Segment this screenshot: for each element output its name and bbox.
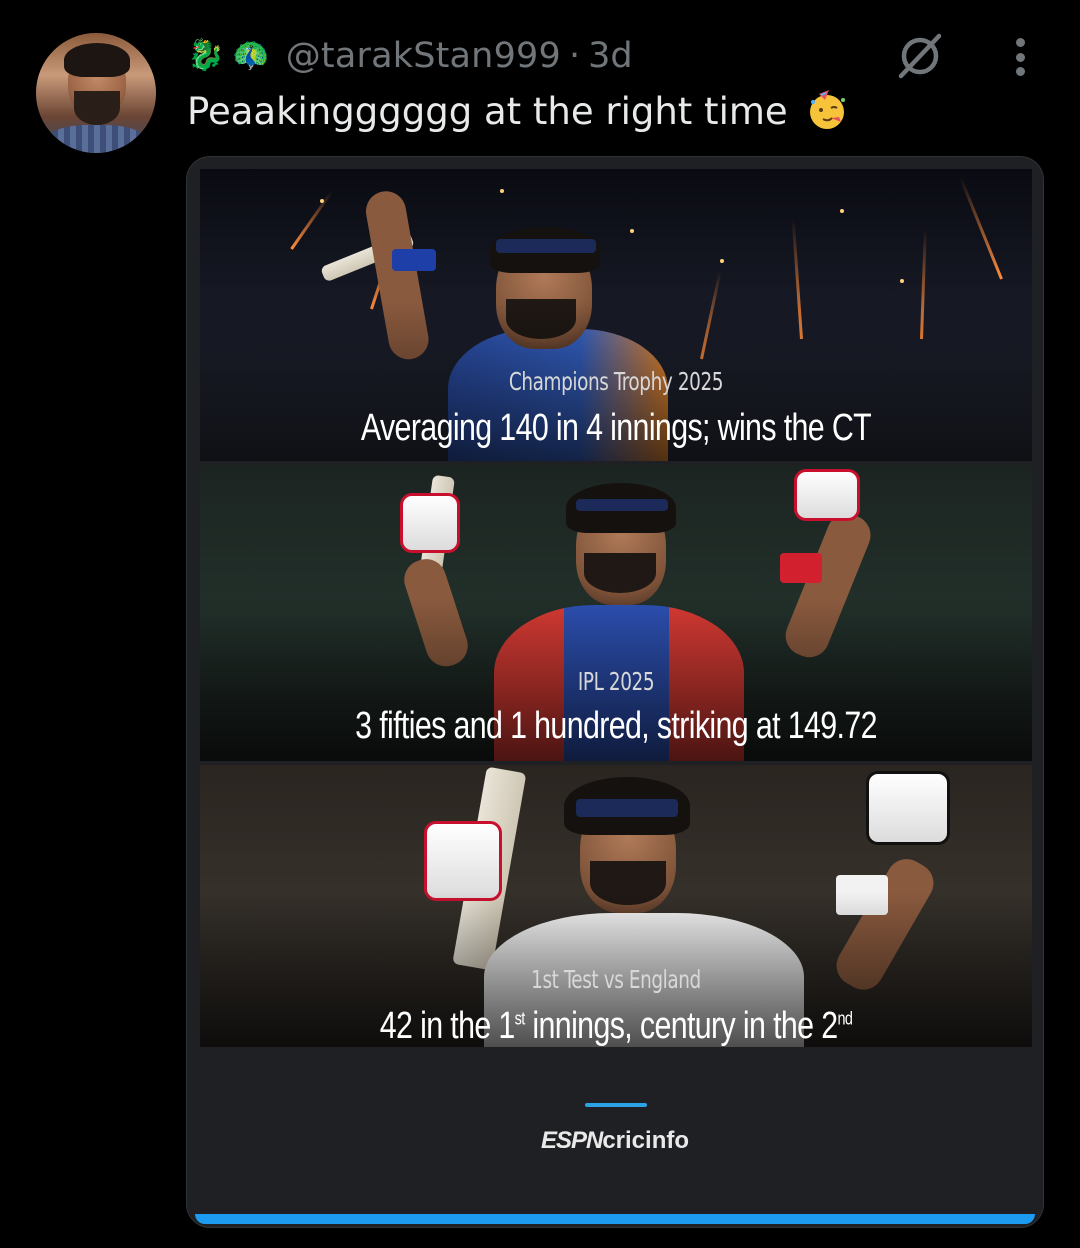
panel-subtitle: Champions Trophy 2025 xyxy=(508,367,724,396)
tweet[interactable]: 🐉 🦚 @tarakStan999 · 3d Peaakingggggg at … xyxy=(0,0,1080,1248)
espncricinfo-logo: ESPNcricinfo xyxy=(187,1127,1043,1155)
accent-divider xyxy=(585,1103,647,1107)
tweet-body: Peaakingggggg at the right time xyxy=(187,90,788,133)
timestamp[interactable]: 3d xyxy=(588,36,633,76)
brand-espn: ESPN xyxy=(540,1127,603,1154)
media-panel-test: 1st Test vs England 42 in the 1st inning… xyxy=(200,765,1032,1047)
more-options-icon[interactable] xyxy=(1004,34,1036,80)
author-handle[interactable]: @tarakStan999 xyxy=(286,36,561,76)
media-card[interactable]: Champions Trophy 2025 Averaging 140 in 4… xyxy=(186,156,1044,1228)
panel-subtitle: 1st Test vs England xyxy=(531,965,701,994)
grok-icon[interactable] xyxy=(893,28,947,82)
panel-headline: Averaging 140 in 4 innings; wins the CT xyxy=(360,407,872,449)
peacock-emoji-icon: 🦚 xyxy=(232,38,270,73)
media-panel-ipl: IPL 2025 3 fifties and 1 hundred, striki… xyxy=(200,465,1032,761)
brand-cricinfo: cricinfo xyxy=(602,1127,690,1154)
tweet-header: 🐉 🦚 @tarakStan999 · 3d xyxy=(187,30,633,82)
avatar[interactable] xyxy=(36,33,156,153)
panel-headline: 42 in the 1st innings, century in the 2n… xyxy=(379,1005,853,1047)
dragon-emoji-icon: 🐉 xyxy=(187,38,225,73)
tweet-text: Peaakingggggg at the right time xyxy=(187,88,849,133)
panel-subtitle: IPL 2025 xyxy=(577,667,655,696)
party-face-emoji-icon xyxy=(805,88,849,132)
media-progress-bar xyxy=(195,1214,1035,1224)
separator: · xyxy=(568,36,581,76)
panel-headline: 3 fifties and 1 hundred, striking at 149… xyxy=(355,705,877,747)
media-panel-champions-trophy: Champions Trophy 2025 Averaging 140 in 4… xyxy=(200,169,1032,461)
